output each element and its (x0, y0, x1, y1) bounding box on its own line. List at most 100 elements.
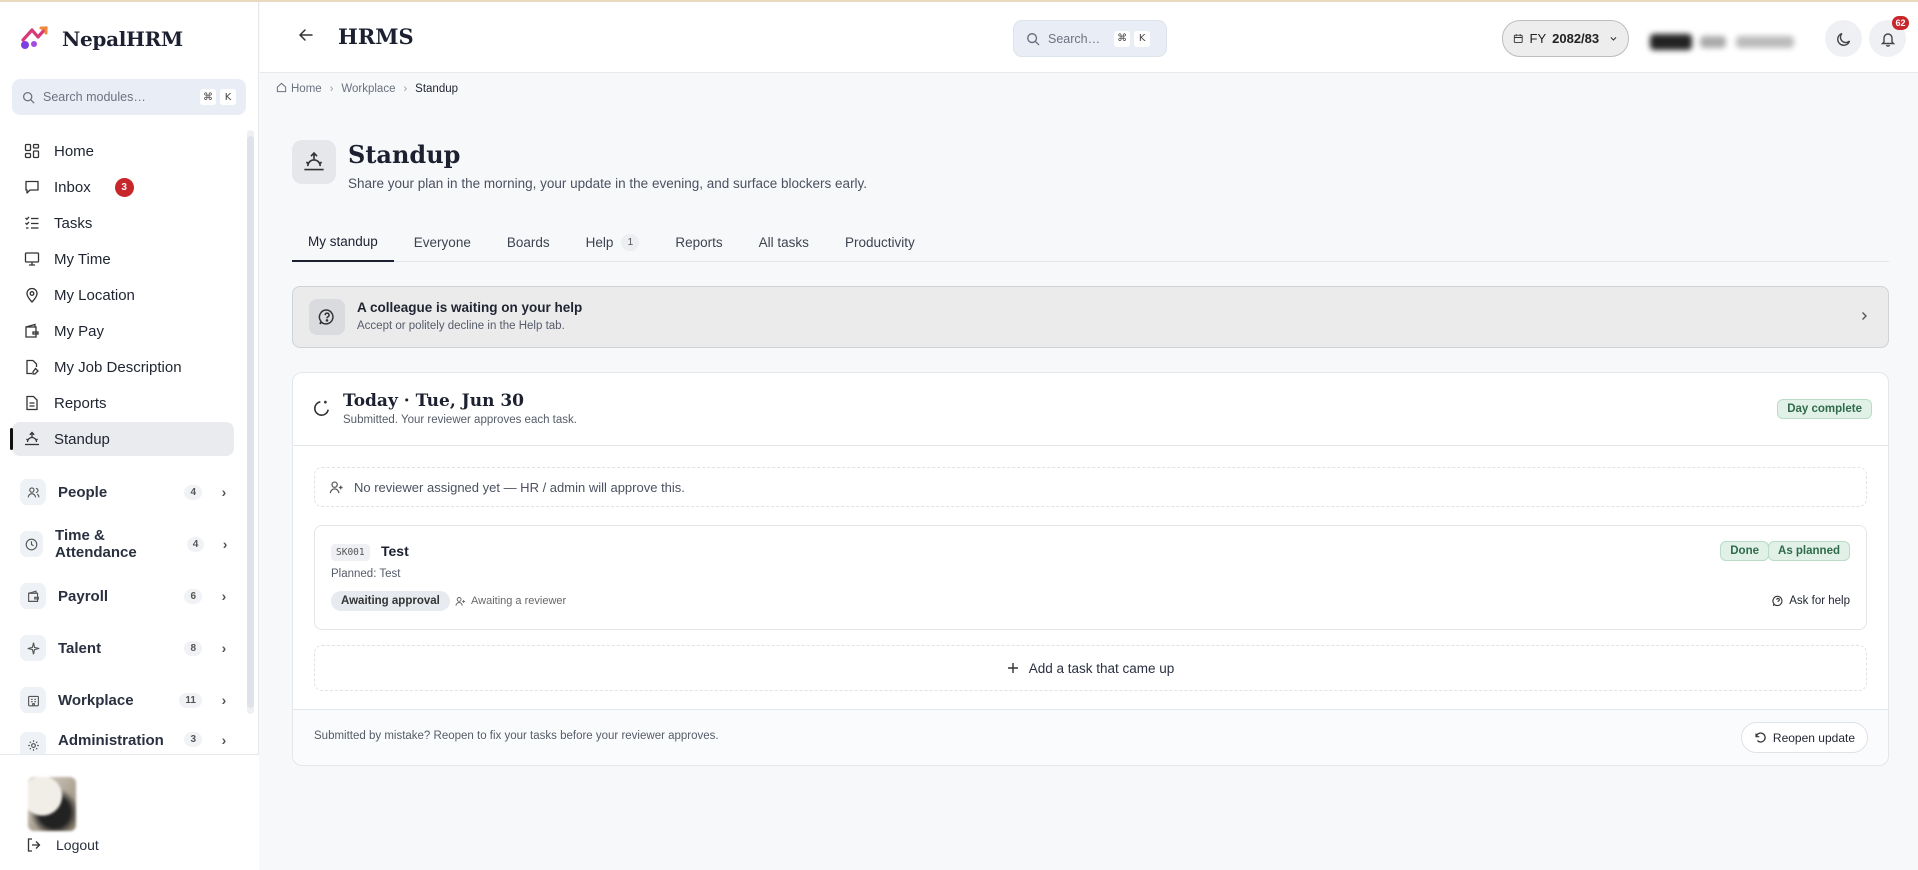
kbd-k: K (220, 89, 236, 105)
sparkle-icon (20, 635, 46, 661)
sunrise-icon (25, 431, 39, 446)
monitor-icon (24, 252, 40, 266)
map-pin-icon (26, 287, 38, 303)
sidebar-group-workplace[interactable]: Workplace 11 › (12, 674, 234, 726)
breadcrumb: Home › Workplace › Standup (276, 82, 458, 96)
user-plus-icon (455, 596, 465, 606)
sidebar-item-label: Inbox (54, 178, 91, 196)
sidebar-group-talent[interactable]: Talent 8 › (12, 622, 234, 674)
add-task-button[interactable]: Add a task that came up (314, 645, 1867, 691)
sidebar-scrollbar[interactable] (247, 130, 254, 714)
tab-everyone[interactable]: Everyone (398, 222, 487, 262)
fiscal-year-value: 2082/83 (1552, 31, 1600, 46)
search-icon (1027, 32, 1040, 45)
building-icon (20, 687, 46, 713)
sidebar-item-label: My Job Description (54, 358, 182, 376)
sidebar-item-label: Home (54, 142, 95, 160)
sidebar-group-label: Talent (58, 639, 102, 657)
ask-for-help-button[interactable]: Ask for help (1772, 595, 1850, 607)
user-name-blurred[interactable] (1650, 32, 1798, 52)
message-icon (25, 180, 39, 194)
global-search-input[interactable]: Search… ⌘ K (1013, 20, 1167, 57)
sidebar-group-label: Workplace (58, 691, 134, 709)
sidebar-group-label: People (58, 483, 108, 501)
breadcrumb-workplace[interactable]: Workplace (341, 83, 395, 95)
tab-my-standup[interactable]: My standup (292, 222, 394, 262)
question-bubble-icon (309, 299, 345, 335)
chevron-right-icon: › (221, 484, 227, 500)
group-count-badge: 11 (179, 692, 202, 708)
sidebar-item-label: My Location (54, 286, 135, 304)
chevron-right-icon (1858, 309, 1870, 325)
logout-button[interactable]: Logout (26, 837, 99, 853)
fiscal-year-select[interactable]: FY 2082/83 (1502, 20, 1629, 57)
reopen-update-label: Reopen update (1772, 730, 1855, 745)
sidebar-item-my-time[interactable]: My Time (12, 242, 234, 276)
global-search-placeholder: Search… (1048, 31, 1101, 46)
chevron-right-icon: › (222, 536, 228, 552)
sidebar-group-label: Administration (58, 732, 164, 749)
chevron-right-icon: › (221, 640, 227, 656)
notifications-button[interactable]: 62 (1869, 16, 1909, 57)
tab-label: Reports (675, 234, 723, 250)
help-request-banner[interactable]: A colleague is waiting on your help Acce… (292, 286, 1889, 348)
standup-page-icon (292, 140, 336, 184)
ask-for-help-label: Ask for help (1789, 595, 1850, 607)
card-footer: Submitted by mistake? Reopen to fix your… (293, 709, 1888, 765)
sidebar-item-tasks[interactable]: Tasks (12, 206, 234, 240)
tab-boards[interactable]: Boards (491, 222, 566, 262)
inbox-count-badge: 3 (114, 177, 134, 197)
divider (293, 445, 1888, 446)
sidebar-item-reports[interactable]: Reports (12, 386, 234, 420)
sidebar-nav: Home Inbox 3 Tasks My Time My Location M… (10, 134, 234, 762)
sidebar-group-people[interactable]: People 4 › (12, 466, 234, 518)
plus-icon (1007, 663, 1018, 673)
group-count-badge: 4 (184, 484, 202, 500)
tab-help[interactable]: Help 1 (570, 222, 656, 262)
moon-icon (1836, 32, 1850, 46)
sidebar-item-home[interactable]: Home (12, 134, 234, 168)
module-search-input[interactable]: Search modules… ⌘ K (12, 79, 246, 115)
back-arrow-icon[interactable] (298, 27, 314, 46)
chevron-right-icon: › (329, 83, 334, 95)
task-planned: Planned: Test (331, 568, 401, 580)
banner-subtitle: Accept or politely decline in the Help t… (357, 320, 565, 332)
breadcrumb-home[interactable]: Home (291, 83, 322, 95)
tab-label: Boards (506, 234, 550, 250)
theme-toggle-button[interactable] (1825, 20, 1862, 57)
sidebar-item-standup[interactable]: Standup (10, 422, 234, 456)
sidebar-group-payroll[interactable]: Payroll 6 › (12, 570, 234, 622)
wallet-icon (25, 323, 39, 338)
home-icon (276, 82, 287, 96)
sidebar-item-my-pay[interactable]: My Pay (12, 314, 234, 348)
tab-count-badge: 1 (621, 233, 640, 251)
tab-all-tasks[interactable]: All tasks (743, 222, 825, 262)
sunrise-icon (304, 151, 324, 171)
list-check-icon (25, 216, 39, 229)
sidebar-item-my-job-description[interactable]: My Job Description (12, 350, 234, 384)
sidebar-item-inbox[interactable]: Inbox 3 (12, 170, 234, 204)
chevron-right-icon: › (221, 588, 227, 604)
tab-label: All tasks (758, 234, 809, 250)
notification-count-badge: 62 (1892, 16, 1909, 30)
tab-reports[interactable]: Reports (659, 222, 738, 262)
today-card: Today · Tue, Jun 30 Submitted. Your revi… (292, 372, 1889, 766)
page-subtitle: Share your plan in the morning, your upd… (348, 176, 868, 191)
avatar[interactable] (28, 777, 76, 831)
brand[interactable]: NepalHRM (20, 24, 183, 53)
sidebar-item-my-location[interactable]: My Location (12, 278, 234, 312)
sidebar-footer: Logout (0, 754, 259, 870)
awaiting-reviewer-text: Awaiting a reviewer (471, 595, 567, 607)
chevron-right-icon: › (221, 692, 227, 708)
sidebar-group-label: Time & Attendance (55, 527, 137, 561)
sidebar-group-time-attendance[interactable]: Time & Attendance 4 › (12, 518, 234, 570)
chevron-down-icon (1610, 37, 1617, 41)
chevron-right-icon: › (221, 732, 227, 748)
reopen-note: Submitted by mistake? Reopen to fix your… (314, 730, 719, 742)
tab-label: Productivity (844, 234, 915, 250)
tab-productivity[interactable]: Productivity (829, 222, 931, 262)
tab-label: Everyone (413, 234, 471, 250)
task-code: SK001 (331, 544, 370, 561)
sidebar-scrollbar-thumb[interactable] (247, 136, 254, 708)
reopen-update-button[interactable]: Reopen update (1740, 722, 1868, 753)
